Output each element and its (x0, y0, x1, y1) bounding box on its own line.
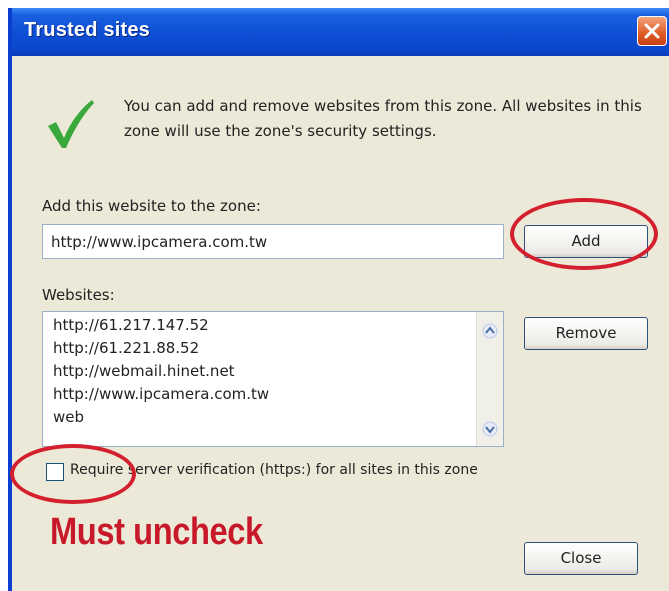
remove-button[interactable]: Remove (524, 317, 648, 350)
title-bar[interactable]: Trusted sites (12, 8, 669, 56)
require-verification-checkbox[interactable] (46, 463, 64, 481)
add-button[interactable]: Add (524, 225, 648, 258)
scroll-down-icon[interactable] (481, 420, 499, 438)
add-website-label: Add this website to the zone: (42, 197, 261, 215)
dialog-title: Trusted sites (24, 19, 150, 41)
list-item[interactable]: http://webmail.hinet.net (43, 360, 475, 383)
title-close-button[interactable] (637, 16, 667, 46)
list-item[interactable]: web (43, 406, 475, 429)
list-item[interactable]: http://61.221.88.52 (43, 337, 475, 360)
websites-label: Websites: (42, 286, 115, 304)
website-url-input[interactable] (42, 224, 504, 259)
websites-scrollbar[interactable] (476, 312, 503, 446)
must-uncheck-annotation: Must uncheck (50, 511, 263, 553)
zone-info-text: You can add and remove websites from thi… (124, 97, 642, 140)
trusted-sites-dialog: Trusted sites You can add and remove web… (8, 8, 669, 591)
checkmark-icon (48, 100, 94, 148)
websites-list[interactable]: http://61.217.147.52 http://61.221.88.52… (42, 311, 504, 447)
list-item[interactable]: http://61.217.147.52 (43, 314, 475, 337)
dialog-content: You can add and remove websites from thi… (12, 56, 669, 591)
require-verification-label[interactable]: Require server verification (https:) for… (70, 462, 478, 478)
list-item[interactable]: http://www.ipcamera.com.tw (43, 383, 475, 406)
close-button[interactable]: Close (524, 542, 638, 575)
scroll-up-icon[interactable] (481, 322, 499, 340)
close-icon (644, 23, 660, 39)
